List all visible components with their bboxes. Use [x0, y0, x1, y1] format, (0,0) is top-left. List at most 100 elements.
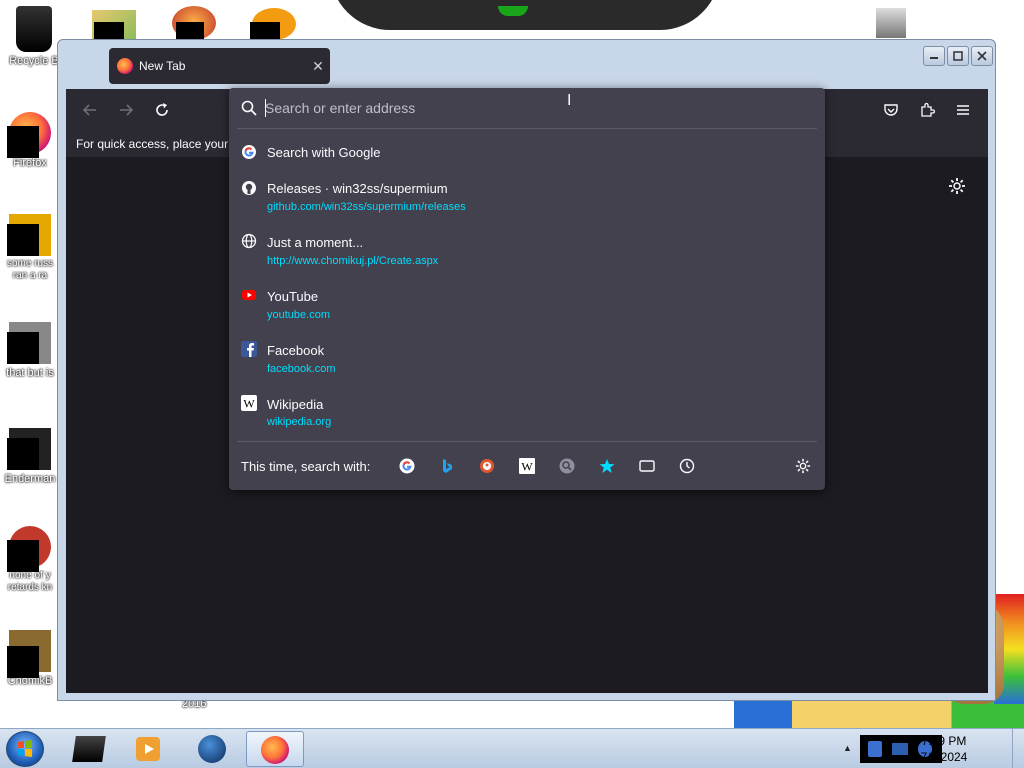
hamburger-icon	[957, 105, 969, 115]
search-with-google-label: Search with Google	[267, 145, 381, 160]
wallpaper-shape	[330, 0, 720, 30]
maximize-button[interactable]	[947, 46, 969, 66]
window-controls	[923, 46, 993, 66]
svg-text:W: W	[243, 397, 255, 411]
result-url: youtube.com	[267, 309, 330, 321]
drive-icon[interactable]	[876, 8, 906, 38]
divider	[237, 128, 817, 129]
desktop-icon-label: Firefox	[13, 157, 47, 169]
desktop-icon-recycle-bin[interactable]: Recycle B	[4, 6, 64, 68]
desktop-icon-folder[interactable]: that but is	[0, 322, 60, 380]
title-bar[interactable]: New Tab ✕	[58, 40, 995, 90]
taskbar: ▲ 7:59 PM 7/7/2024	[0, 728, 1024, 768]
tray-expand-icon[interactable]: ▲	[843, 743, 852, 753]
desktop-icon-label: none of y retards kn	[7, 570, 53, 593]
desktop-icon-file[interactable]: some russ ran a ra	[0, 214, 60, 282]
app-icon	[7, 428, 51, 470]
globe-icon	[241, 233, 257, 249]
pocket-button[interactable]	[879, 98, 903, 122]
close-button[interactable]	[971, 46, 993, 66]
wikipedia-icon: W	[241, 395, 257, 411]
history-search-button[interactable]	[679, 458, 695, 474]
taskbar-app[interactable]	[60, 731, 118, 767]
tab-icon	[639, 460, 655, 472]
desktop-icon-label: some russ ran a ra	[6, 258, 54, 281]
gear-icon	[949, 178, 965, 194]
address-input[interactable]	[265, 97, 805, 119]
back-button[interactable]	[78, 98, 102, 122]
desktop-icon-chomikbox[interactable]: ChomikB	[0, 630, 60, 688]
result-url: http://www.chomikuj.pl/Create.aspx	[267, 255, 439, 267]
result-row[interactable]: YouTube youtube.com	[229, 283, 825, 327]
text-caret	[265, 99, 266, 117]
taskbar-firefox[interactable]	[246, 731, 304, 767]
forward-button[interactable]	[114, 98, 138, 122]
search-with-label: This time, search with:	[241, 458, 371, 474]
arrow-right-icon	[120, 104, 134, 116]
wikipedia-engine-button[interactable]: W	[519, 458, 535, 474]
menu-button[interactable]	[951, 98, 975, 122]
reload-button[interactable]	[150, 98, 174, 122]
folder-icon	[7, 322, 51, 364]
firefox-icon	[7, 112, 51, 158]
desktop-icon-label: Enderman	[4, 473, 56, 485]
result-url: github.com/win32ss/supermium/releases	[267, 201, 466, 213]
result-row[interactable]: Facebook facebook.com	[229, 337, 825, 381]
result-title: Releases · win32ss/supermium	[267, 181, 448, 196]
windows-icon	[18, 740, 32, 757]
start-button[interactable]	[6, 731, 44, 767]
puzzle-icon	[921, 102, 935, 117]
desktop-icon-enderman[interactable]: Enderman	[0, 428, 60, 486]
star-icon	[599, 459, 615, 473]
tabs-search-button[interactable]	[639, 458, 655, 474]
result-row[interactable]: Just a moment... http://www.chomikuj.pl/…	[229, 229, 825, 273]
taskbar-media-player[interactable]	[120, 731, 178, 767]
google-icon	[241, 144, 257, 160]
taskbar-app[interactable]	[184, 731, 242, 767]
newtab-settings-button[interactable]	[948, 177, 968, 197]
desktop-icon-label: Recycle B	[9, 55, 59, 67]
result-row[interactable]: W Wikipedia wikipedia.org	[229, 391, 825, 435]
result-title: Wikipedia	[267, 397, 324, 412]
arrow-left-icon	[82, 104, 96, 116]
bookmarks-search-button[interactable]	[599, 458, 615, 474]
desktop-icon-document[interactable]: none of y retards kn	[0, 526, 60, 594]
desktop-icon-firefox[interactable]: Firefox	[0, 112, 60, 170]
youtube-icon	[241, 287, 257, 303]
extensions-button[interactable]	[915, 98, 939, 122]
close-tab-icon[interactable]: ✕	[306, 58, 330, 75]
file-icon	[7, 214, 51, 256]
show-desktop-button[interactable]	[1012, 729, 1024, 768]
search-engine-button[interactable]	[559, 458, 575, 474]
clock-date: 7/7/2024	[920, 750, 968, 764]
tray-app-icon[interactable]	[868, 741, 882, 757]
network-icon[interactable]	[892, 743, 908, 755]
result-title: Facebook	[267, 343, 325, 358]
urlbar-input-area: I	[229, 88, 825, 128]
mouse-cursor-icon: I	[567, 92, 572, 109]
clock[interactable]: 7:59 PM 7/7/2024	[914, 733, 974, 765]
facebook-icon	[241, 341, 257, 357]
bing-engine-button[interactable]	[439, 458, 455, 474]
tab-new-tab[interactable]: New Tab ✕	[109, 48, 330, 84]
svg-text:W: W	[521, 460, 533, 474]
search-with-google-row[interactable]: Search with Google	[229, 140, 825, 164]
app-icon	[7, 526, 51, 572]
google-engine-button[interactable]	[399, 458, 415, 474]
duckduckgo-engine-button[interactable]	[479, 458, 495, 474]
reload-icon	[156, 103, 168, 116]
urlbar-dropdown: I Search with Google Releases · win32ss/…	[229, 88, 825, 490]
result-title: YouTube	[267, 289, 319, 304]
search-settings-button[interactable]	[795, 458, 811, 474]
result-row[interactable]: Releases · win32ss/supermium github.com/…	[229, 176, 825, 220]
tab-title: New Tab	[139, 59, 186, 73]
firefox-icon	[117, 58, 133, 74]
clock-icon	[679, 458, 695, 474]
result-title: Just a moment...	[267, 235, 364, 250]
github-icon	[241, 180, 257, 196]
desktop-icon-label: that but is	[6, 367, 54, 379]
minimize-button[interactable]	[923, 46, 945, 66]
redacted-block	[176, 22, 204, 40]
search-icon	[241, 100, 257, 121]
recycle-bin-icon	[16, 6, 52, 52]
